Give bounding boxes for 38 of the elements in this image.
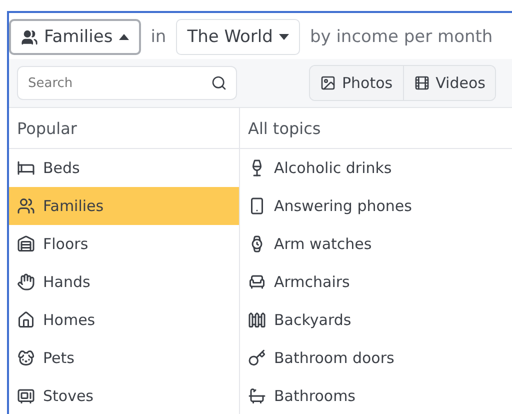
- popular-item[interactable]: Floors: [9, 225, 239, 263]
- topic-item[interactable]: Alcoholic drinks: [240, 149, 512, 187]
- media-tab[interactable]: Photos: [310, 66, 404, 100]
- popular-item[interactable]: Beds: [9, 149, 239, 187]
- caret-up-icon: [118, 34, 129, 40]
- search-field[interactable]: Search: [17, 66, 237, 100]
- image-icon: [320, 75, 336, 91]
- caret-down-icon: [278, 34, 289, 40]
- dog-icon: [17, 349, 35, 367]
- popular-item[interactable]: Families: [9, 187, 239, 225]
- family-icon: [17, 197, 35, 215]
- popular-item[interactable]: Hands: [9, 263, 239, 301]
- sort-text: by income per month: [310, 27, 493, 47]
- topic-item[interactable]: Answering phones: [240, 187, 512, 225]
- popular-item[interactable]: Stoves: [9, 377, 239, 414]
- topic-item[interactable]: Bathroom doors: [240, 339, 512, 377]
- film-icon: [414, 75, 430, 91]
- popular-item[interactable]: Pets: [9, 339, 239, 377]
- region-dropdown[interactable]: The World: [176, 19, 300, 55]
- phone-icon: [248, 197, 266, 215]
- column-heading: All topics: [240, 108, 512, 149]
- topic-item[interactable]: Armchairs: [240, 263, 512, 301]
- topic-item[interactable]: Arm watches: [240, 225, 512, 263]
- bathtub-icon: [248, 387, 266, 405]
- popular-item[interactable]: Homes: [9, 301, 239, 339]
- bed-icon: [17, 159, 35, 177]
- hand-icon: [17, 273, 35, 291]
- key-icon: [248, 349, 266, 367]
- column-heading: Popular: [9, 108, 239, 149]
- topic-dropdown[interactable]: Families: [9, 19, 141, 55]
- topic-item[interactable]: Backyards: [240, 301, 512, 339]
- armchair-icon: [248, 273, 266, 291]
- fence-icon: [248, 311, 266, 329]
- family-icon: [21, 28, 38, 46]
- search-icon: [211, 75, 227, 91]
- topic-item[interactable]: Bathrooms: [240, 377, 512, 414]
- house-icon: [17, 311, 35, 329]
- connector-text: in: [150, 27, 166, 47]
